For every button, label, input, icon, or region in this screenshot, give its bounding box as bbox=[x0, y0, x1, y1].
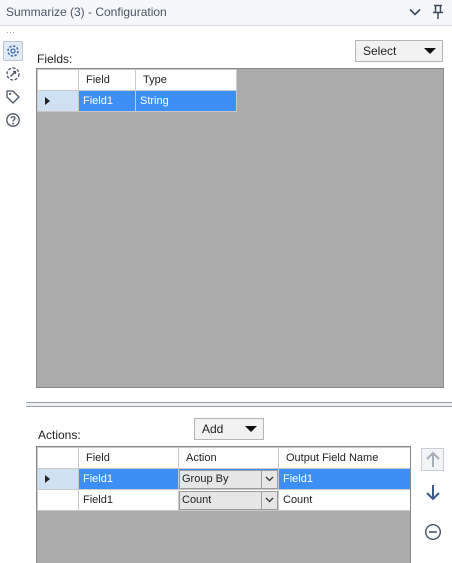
row-header-corner bbox=[37, 447, 79, 469]
add-button-label: Add bbox=[202, 422, 224, 436]
action-select-value: Count bbox=[182, 493, 212, 506]
fields-grid[interactable]: Field Type Field1 String bbox=[36, 68, 444, 388]
remove-button[interactable] bbox=[421, 520, 444, 543]
table-row[interactable]: Field1 String bbox=[37, 90, 237, 112]
column-header-type[interactable]: Type bbox=[135, 69, 237, 91]
pin-icon[interactable] bbox=[429, 3, 447, 21]
column-header-field[interactable]: Field bbox=[78, 69, 136, 91]
remove-icon bbox=[424, 523, 441, 540]
window-titlebar: Summarize (3) - Configuration bbox=[0, 0, 452, 26]
table-row[interactable]: Field1 Group By Field1 bbox=[37, 468, 410, 490]
column-header-field[interactable]: Field bbox=[78, 447, 179, 469]
output-field-name-cell[interactable]: Count bbox=[278, 489, 410, 511]
current-row-arrow-icon bbox=[45, 475, 50, 483]
panel-splitter[interactable] bbox=[26, 402, 452, 407]
add-dropdown-button[interactable]: Add bbox=[194, 418, 264, 440]
row-header[interactable] bbox=[37, 489, 79, 511]
select-dropdown-button[interactable]: Select bbox=[355, 40, 443, 62]
action-select[interactable]: Group By bbox=[179, 469, 278, 489]
action-cell[interactable]: Group By bbox=[178, 468, 279, 490]
current-row-arrow-icon bbox=[45, 97, 50, 105]
fields-header-row: Field Type bbox=[37, 69, 237, 91]
row-header[interactable] bbox=[37, 468, 79, 490]
column-header-action[interactable]: Action bbox=[178, 447, 279, 469]
field-cell[interactable]: Field1 bbox=[78, 468, 179, 490]
move-down-icon bbox=[425, 484, 440, 500]
row-header-corner bbox=[37, 69, 79, 91]
tag-icon[interactable] bbox=[3, 87, 23, 107]
actions-grid[interactable]: Field Action Output Field Name Field1 Gr… bbox=[36, 446, 411, 563]
chevron-down-icon[interactable] bbox=[261, 491, 277, 509]
row-header[interactable] bbox=[37, 90, 79, 112]
action-select-value: Group By bbox=[182, 472, 229, 485]
help-icon[interactable] bbox=[3, 110, 23, 130]
chevron-down-icon[interactable] bbox=[261, 470, 277, 488]
column-header-output-field-name[interactable]: Output Field Name bbox=[278, 447, 410, 469]
actions-table: Field Action Output Field Name Field1 Gr… bbox=[37, 447, 410, 511]
type-cell[interactable]: String bbox=[135, 90, 237, 112]
move-down-button[interactable] bbox=[421, 480, 444, 503]
select-button-label: Select bbox=[363, 44, 397, 58]
table-row[interactable]: Field1 Count Count bbox=[37, 489, 410, 511]
window-title: Summarize (3) - Configuration bbox=[6, 5, 167, 19]
actions-header-row: Field Action Output Field Name bbox=[37, 447, 410, 469]
fields-label: Fields: bbox=[37, 52, 73, 66]
move-up-icon bbox=[425, 451, 440, 467]
field-cell[interactable]: Field1 bbox=[78, 489, 179, 511]
field-cell[interactable]: Field1 bbox=[78, 90, 136, 112]
action-cell[interactable]: Count bbox=[178, 489, 279, 511]
caret-down-icon bbox=[424, 48, 436, 54]
drag-handle[interactable]: ⋯ bbox=[6, 28, 16, 37]
gear-icon[interactable] bbox=[3, 41, 23, 61]
move-up-button[interactable] bbox=[421, 448, 444, 471]
output-field-name-cell[interactable]: Field1 bbox=[278, 468, 410, 490]
fields-table: Field Type Field1 String bbox=[37, 69, 237, 112]
actions-label: Actions: bbox=[38, 428, 81, 442]
caret-down-icon bbox=[245, 426, 257, 432]
annotation-icon[interactable] bbox=[3, 64, 23, 84]
chevron-down-icon[interactable] bbox=[406, 3, 424, 21]
action-select[interactable]: Count bbox=[179, 490, 278, 510]
